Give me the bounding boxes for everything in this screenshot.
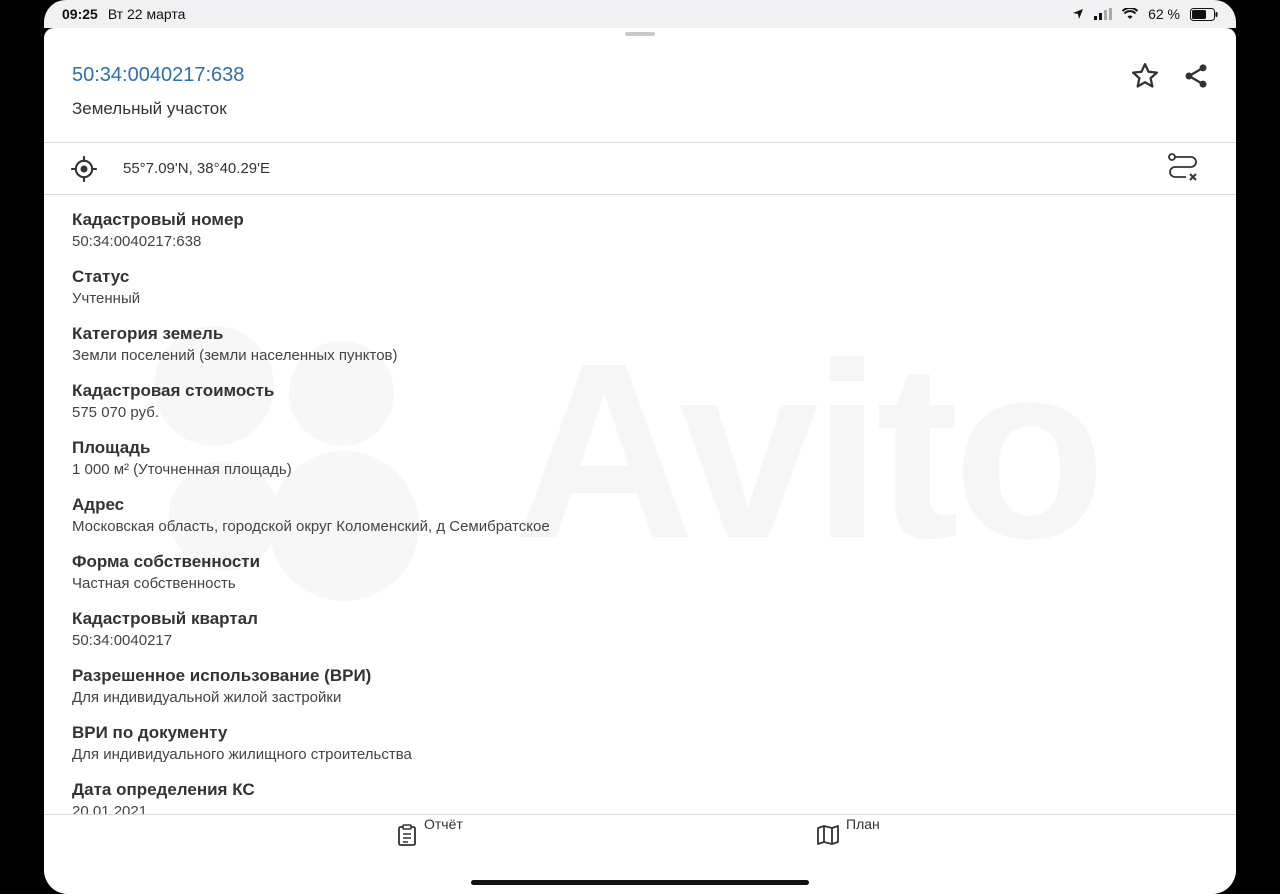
page-subtitle: Земельный участок [72, 99, 227, 118]
avito-watermark: Avito [514, 311, 1106, 590]
parcel-sheet: 50:34:0040217:638 Земельный участок 55°7… [44, 28, 1236, 894]
field-label: Форма собственности [72, 552, 261, 571]
report-icon [398, 824, 416, 846]
details-list[interactable]: Avito Кадастровый номер 50:34:0040217:63… [44, 196, 1236, 814]
page-title[interactable]: 50:34:0040217:638 [72, 64, 244, 87]
field-label: Кадастровый квартал [72, 609, 258, 628]
field-value: Для индивидуального жилищного строительс… [72, 746, 412, 763]
battery-icon [1190, 7, 1218, 21]
field-label: Разрешенное использование (ВРИ) [72, 666, 372, 685]
field-value: Учтенный [72, 290, 141, 307]
field-value: 50:34:0040217:638 [72, 233, 202, 250]
field-value: Земли поселений (земли населенных пункто… [72, 347, 398, 364]
field-address: Адрес Московская область, городской окру… [72, 495, 550, 536]
map-icon [817, 825, 839, 845]
sheet-header: 50:34:0040217:638 Земельный участок [44, 28, 1236, 143]
favorite-button[interactable] [1129, 60, 1161, 92]
coordinates-row[interactable]: 55°7.09'N, 38°40.29'E [44, 143, 1236, 195]
field-value: 50:34:0040217 [72, 632, 173, 649]
field-land-category: Категория земель Земли поселений (земли … [72, 324, 398, 365]
field-value: Московская область, городской округ Коло… [72, 518, 550, 535]
field-label: Статус [72, 267, 130, 286]
field-value: Для индивидуальной жилой застройки [72, 689, 342, 706]
field-label: ВРИ по документу [72, 723, 228, 742]
tab-plan-label: План [846, 816, 880, 832]
status-date: Вт 22 марта [107, 6, 186, 22]
share-icon [1185, 64, 1207, 88]
field-label: Кадастровый номер [72, 210, 244, 229]
field-value: Частная собственность [72, 575, 236, 592]
tab-plan[interactable]: План [816, 815, 880, 847]
tab-report[interactable]: Отчёт [396, 815, 463, 847]
field-cadastral-quarter: Кадастровый квартал 50:34:0040217 [72, 609, 258, 650]
field-value: 1 000 м² (Уточненная площадь) [72, 461, 292, 478]
status-time: 09:25 [62, 6, 98, 22]
battery-percent: 62 % [1148, 6, 1180, 22]
field-label: Площадь [72, 438, 151, 457]
locate-icon [71, 156, 97, 182]
field-valuation-date: Дата определения КС 20.01.2021 [72, 780, 255, 814]
field-value: 20.01.2021 [72, 803, 148, 814]
field-status: Статус Учтенный [72, 267, 140, 308]
star-icon [1132, 63, 1158, 88]
field-value: 575 070 руб. [72, 404, 159, 421]
field-permitted-use: Разрешенное использование (ВРИ) Для инди… [72, 666, 371, 707]
field-label: Адрес [72, 495, 125, 514]
field-area: Площадь 1 000 м² (Уточненная площадь) [72, 438, 292, 479]
field-permitted-use-doc: ВРИ по документу Для индивидуального жил… [72, 723, 412, 764]
tab-report-label: Отчёт [424, 816, 463, 832]
share-button[interactable] [1180, 60, 1212, 92]
wifi-icon [1122, 8, 1139, 19]
route-clear-icon[interactable] [1166, 152, 1200, 186]
field-label: Дата определения КС [72, 780, 255, 799]
signal-icon [1094, 8, 1113, 20]
coordinates-text: 55°7.09'N, 38°40.29'E [123, 160, 270, 177]
status-bar: 09:25 Вт 22 марта 62 % [0, 0, 1280, 28]
field-cadastral-number: Кадастровый номер 50:34:0040217:638 [72, 210, 244, 251]
field-ownership: Форма собственности Частная собственност… [72, 552, 260, 593]
field-label: Категория земель [72, 324, 224, 343]
home-indicator[interactable] [471, 880, 809, 885]
field-label: Кадастровая стоимость [72, 381, 275, 400]
location-arrow-icon [1073, 9, 1084, 19]
field-cadastral-value: Кадастровая стоимость 575 070 руб. [72, 381, 274, 422]
